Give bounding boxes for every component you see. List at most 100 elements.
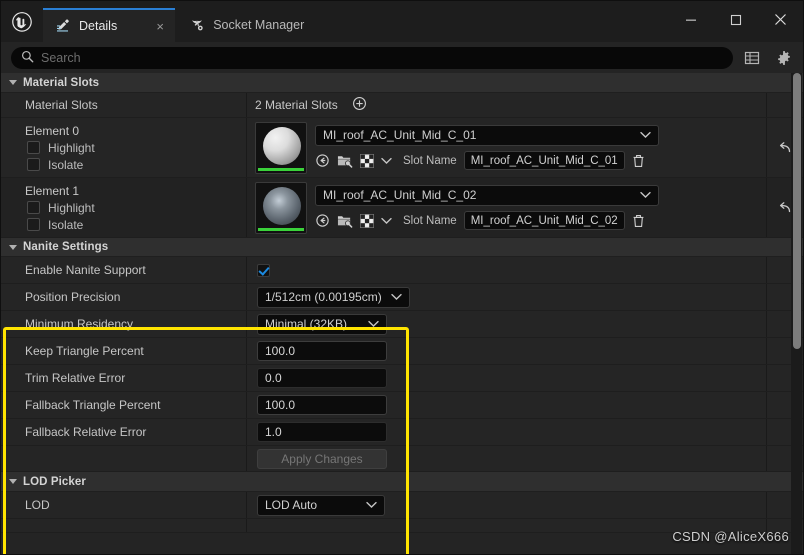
row-fallback-triangle-percent: Fallback Triangle Percent 100.0 bbox=[1, 392, 803, 419]
chevron-down-icon bbox=[366, 498, 377, 512]
row-trim-relative-error: Trim Relative Error 0.0 bbox=[1, 365, 803, 392]
element-0-material-dropdown[interactable]: MI_roof_AC_Unit_Mid_C_01 bbox=[315, 124, 659, 146]
title-bar: Details × Socket Manager bbox=[1, 1, 803, 42]
element-1-isolate-checkbox[interactable] bbox=[27, 218, 40, 231]
element-0-title: Element 0 bbox=[25, 123, 80, 138]
unreal-engine-logo-icon bbox=[1, 1, 43, 42]
element-0-isolate-label: Isolate bbox=[48, 157, 84, 172]
enable-nanite-support-checkbox[interactable] bbox=[257, 263, 270, 277]
filler-label bbox=[1, 519, 247, 532]
row-material-element-1: Element 1 Highlight Isolate MI_roof_AC_U… bbox=[1, 178, 803, 238]
material-slots-summary-label: Material Slots bbox=[1, 93, 247, 117]
element-0-highlight-row[interactable]: Highlight bbox=[25, 141, 95, 155]
open-asset-icon[interactable] bbox=[337, 154, 353, 168]
element-1-tools: Slot Name MI_roof_AC_Unit_Mid_C_02 bbox=[315, 211, 766, 231]
vertical-scrollbar-thumb[interactable] bbox=[793, 73, 801, 349]
property-tree: Material Slots Material Slots 2 Material… bbox=[1, 73, 803, 554]
keep-triangle-percent-input[interactable]: 100.0 bbox=[257, 341, 387, 361]
open-asset-icon[interactable] bbox=[337, 214, 353, 228]
element-0-labels: Element 0 Highlight Isolate bbox=[1, 118, 247, 177]
maximize-button[interactable] bbox=[713, 1, 758, 38]
preview-dropdown-icon[interactable] bbox=[381, 217, 392, 225]
row-apply-changes: Apply Changes bbox=[1, 446, 803, 472]
expand-triangle-icon[interactable] bbox=[9, 244, 17, 250]
category-header-material-slots[interactable]: Material Slots bbox=[1, 73, 803, 93]
window-controls bbox=[668, 1, 803, 38]
element-0-highlight-label: Highlight bbox=[48, 140, 95, 155]
details-pencil-icon bbox=[55, 18, 71, 34]
row-material-element-0: Element 0 Highlight Isolate MI_roof_AC_U… bbox=[1, 118, 803, 178]
element-1-material-dropdown[interactable]: MI_roof_AC_Unit_Mid_C_02 bbox=[315, 184, 659, 206]
label-trim-relative-error: Trim Relative Error bbox=[1, 365, 247, 391]
lod-dropdown[interactable]: LOD Auto bbox=[257, 494, 385, 516]
browse-to-asset-icon[interactable] bbox=[315, 153, 330, 168]
tab-socket-manager[interactable]: Socket Manager bbox=[177, 8, 315, 42]
details-panel-window: Details × Socket Manager Search Material… bbox=[0, 0, 804, 555]
chevron-down-icon bbox=[368, 317, 379, 331]
chevron-down-icon bbox=[640, 128, 651, 142]
label-fallback-triangle-percent: Fallback Triangle Percent bbox=[1, 392, 247, 418]
lod-value: LOD Auto bbox=[265, 498, 318, 512]
chevron-down-icon bbox=[391, 290, 402, 304]
chevron-down-icon bbox=[640, 188, 651, 202]
element-0-delete-icon[interactable] bbox=[632, 154, 645, 168]
gear-icon[interactable] bbox=[771, 46, 797, 70]
row-fallback-relative-error: Fallback Relative Error 1.0 bbox=[1, 419, 803, 446]
search-placeholder: Search bbox=[41, 50, 81, 65]
search-bar: Search bbox=[1, 42, 803, 73]
label-enable-nanite-support: Enable Nanite Support bbox=[1, 257, 247, 283]
element-0-isolate-checkbox[interactable] bbox=[27, 158, 40, 171]
trim-relative-error-input[interactable]: 0.0 bbox=[257, 368, 387, 388]
expand-triangle-icon[interactable] bbox=[9, 479, 17, 484]
position-precision-dropdown[interactable]: 1/512cm (0.00195cm) bbox=[257, 286, 410, 308]
element-1-title: Element 1 bbox=[25, 183, 80, 198]
minimize-button[interactable] bbox=[668, 1, 713, 38]
element-1-material-name: MI_roof_AC_Unit_Mid_C_02 bbox=[323, 188, 477, 202]
element-0-isolate-row[interactable]: Isolate bbox=[25, 158, 83, 172]
preview-dropdown-icon[interactable] bbox=[381, 157, 392, 165]
label-minimum-residency: Minimum Residency bbox=[1, 311, 247, 337]
tab-details[interactable]: Details × bbox=[43, 8, 176, 42]
socket-manager-icon bbox=[189, 17, 205, 33]
tab-close-icon[interactable]: × bbox=[151, 17, 169, 35]
watermark: CSDN @AliceX666 bbox=[672, 529, 789, 544]
category-header-nanite-settings[interactable]: Nanite Settings bbox=[1, 238, 803, 257]
element-0-highlight-checkbox[interactable] bbox=[27, 141, 40, 154]
checker-preview-icon[interactable] bbox=[360, 153, 374, 168]
row-position-precision: Position Precision 1/512cm (0.00195cm) bbox=[1, 284, 803, 311]
label-position-precision: Position Precision bbox=[1, 284, 247, 310]
element-1-slot-name-input[interactable]: MI_roof_AC_Unit_Mid_C_02 bbox=[463, 211, 625, 230]
checker-preview-icon[interactable] bbox=[360, 213, 374, 228]
expand-triangle-icon[interactable] bbox=[9, 80, 17, 85]
row-material-slots-summary: Material Slots 2 Material Slots bbox=[1, 93, 803, 118]
apply-changes-empty-label bbox=[1, 446, 247, 471]
element-0-material-name: MI_roof_AC_Unit_Mid_C_01 bbox=[323, 128, 477, 142]
element-0-material-thumbnail[interactable] bbox=[255, 121, 307, 174]
element-1-isolate-row[interactable]: Isolate bbox=[25, 218, 83, 232]
category-title-nanite-settings: Nanite Settings bbox=[23, 241, 109, 253]
minimum-residency-dropdown[interactable]: Minimal (32KB) bbox=[257, 313, 387, 335]
search-input[interactable]: Search bbox=[11, 46, 733, 69]
browse-to-asset-icon[interactable] bbox=[315, 213, 330, 228]
fallback-relative-error-input[interactable]: 1.0 bbox=[257, 422, 387, 442]
column-settings-icon[interactable] bbox=[739, 46, 765, 70]
element-1-highlight-row[interactable]: Highlight bbox=[25, 201, 95, 215]
vertical-scrollbar-track[interactable] bbox=[791, 73, 802, 554]
element-1-highlight-label: Highlight bbox=[48, 200, 95, 215]
element-1-delete-icon[interactable] bbox=[632, 214, 645, 228]
category-header-lod-picker[interactable]: LOD Picker bbox=[1, 472, 803, 492]
element-0-slot-name-input[interactable]: MI_roof_AC_Unit_Mid_C_01 bbox=[463, 151, 625, 170]
label-lod: LOD bbox=[1, 492, 247, 518]
element-1-highlight-checkbox[interactable] bbox=[27, 201, 40, 214]
apply-changes-button[interactable]: Apply Changes bbox=[257, 448, 387, 469]
element-1-slot-name-label: Slot Name bbox=[403, 214, 457, 227]
fallback-triangle-percent-input[interactable]: 100.0 bbox=[257, 395, 387, 415]
element-1-material-thumbnail[interactable] bbox=[255, 181, 307, 234]
tab-socket-manager-label: Socket Manager bbox=[213, 18, 305, 32]
plus-circle-icon[interactable] bbox=[352, 96, 367, 114]
category-title-lod-picker: LOD Picker bbox=[23, 475, 86, 488]
close-button[interactable] bbox=[758, 1, 803, 38]
element-0-tools: Slot Name MI_roof_AC_Unit_Mid_C_01 bbox=[315, 151, 766, 171]
element-1-isolate-label: Isolate bbox=[48, 217, 84, 232]
row-minimum-residency: Minimum Residency Minimal (32KB) bbox=[1, 311, 803, 338]
